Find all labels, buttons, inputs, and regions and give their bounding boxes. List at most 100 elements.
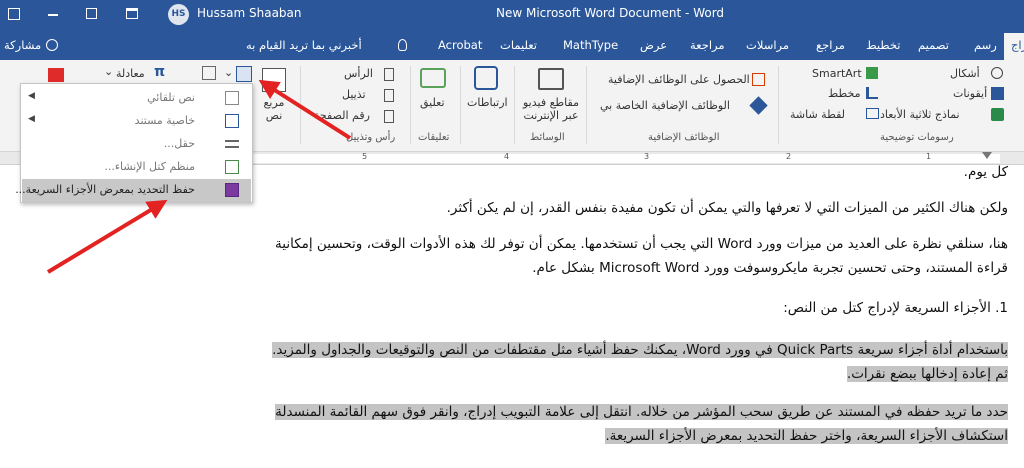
- my-addins-icon: [749, 96, 768, 115]
- doc-line: هنا، سنلقي نظرة على العديد من ميزات وورد…: [275, 236, 1008, 252]
- save-selection-icon: [225, 183, 239, 197]
- menu-item-document-property[interactable]: ◀ خاصية مستند: [22, 110, 251, 133]
- highlighted-line: ثم إعادة إدخالها ببضع نقرات.: [846, 366, 1008, 382]
- doc-line: كل يوم.: [963, 164, 1008, 180]
- tab-mailings[interactable]: مراسلات: [746, 38, 789, 52]
- share-button[interactable]: مشاركة: [4, 38, 41, 52]
- menu-item-field[interactable]: حقل...: [22, 133, 251, 156]
- group-label-comments: تعليقات: [418, 132, 450, 143]
- highlighted-line: حدد ما تريد حفظه في المستند عن طريق سحب …: [275, 404, 1008, 420]
- avatar[interactable]: HS: [168, 4, 189, 25]
- get-addins-button[interactable]: الحصول على الوظائف الإضافية: [608, 73, 750, 86]
- ribbon-tabs: مشاركة أخبرني بما تريد القيام به Acrobat…: [0, 30, 1024, 60]
- tab-help[interactable]: تعليمات: [500, 38, 537, 52]
- pi-icon: π: [154, 64, 166, 80]
- tell-me-box[interactable]: أخبرني بما تريد القيام به: [246, 38, 362, 52]
- equation-chevron-icon[interactable]: ⌄: [104, 65, 113, 78]
- chart-icon: [866, 87, 878, 99]
- document-canvas[interactable]: كل يوم. ولكن هناك الكثير من الميزات التي…: [0, 164, 1024, 468]
- textbox-icon: [262, 68, 286, 92]
- user-name[interactable]: Hussam Shaaban: [197, 6, 302, 20]
- online-video-button[interactable]: مقاطع فيديو عبر الإنترنت: [521, 96, 581, 122]
- textbox-button[interactable]: مربع نص: [262, 96, 286, 122]
- group-label-media: الوسائط: [530, 132, 565, 143]
- share-icon[interactable]: [46, 39, 58, 51]
- smartart-button[interactable]: SmartArt: [812, 67, 862, 80]
- divider: [778, 66, 779, 144]
- menu-item-building-blocks-organizer[interactable]: منظم كتل الإنشاء...: [22, 156, 251, 179]
- links-icon: [474, 66, 498, 90]
- group-label-header-footer: رأس وتذييل: [346, 132, 396, 143]
- comment-icon: [420, 68, 446, 88]
- tab-review[interactable]: مراجعة: [690, 38, 725, 52]
- tab-view[interactable]: عرض: [640, 38, 667, 52]
- divider: [514, 66, 515, 144]
- header-button[interactable]: الرأس: [344, 67, 373, 80]
- quick-parts-menu: ◀ نص تلقائي ◀ خاصية مستند حقل... منظم كت…: [15, 83, 253, 203]
- menu-item-label: حقل...: [163, 137, 195, 150]
- acrobat-icon: [48, 68, 64, 82]
- highlighted-line: باستخدام أداة أجزاء سريعة Quick Parts في…: [272, 342, 1008, 358]
- tab-mathtype[interactable]: MathType: [563, 38, 618, 52]
- doc-line: ولكن هناك الكثير من الميزات التي لا تعرف…: [446, 200, 1008, 216]
- tab-acrobat[interactable]: Acrobat: [438, 38, 482, 52]
- title-bar: HS Hussam Shaaban New Microsoft Word Doc…: [0, 0, 1024, 30]
- doc-line: قراءة المستند، وحتى تحسين تجربة مايكروسو…: [532, 260, 1008, 276]
- get-addins-icon: [752, 73, 765, 86]
- restore-button[interactable]: [86, 8, 97, 19]
- ruler-number: 4: [504, 152, 510, 161]
- links-button[interactable]: ارتباطات: [467, 96, 508, 109]
- document-property-icon: [225, 114, 239, 128]
- header-icon: [384, 68, 394, 81]
- dropdown-chevron-icon[interactable]: ⌄: [224, 66, 233, 79]
- doc-heading: 1. الأجزاء السريعة لإدراج كتل من النص:: [783, 300, 1008, 316]
- my-addins-button[interactable]: الوظائف الإضافية الخاصة بي: [600, 99, 730, 112]
- divider: [300, 66, 301, 144]
- 3d-models-icon: [991, 108, 1004, 121]
- menu-item-save-selection[interactable]: حفظ التحديد بمعرض الأجزاء السريعة...: [15, 179, 251, 202]
- icons-button[interactable]: أيقونات: [953, 87, 987, 100]
- indent-marker-icon[interactable]: [982, 152, 992, 159]
- menu-item-autotext[interactable]: ◀ نص تلقائي: [22, 87, 251, 110]
- group-label-addins: الوظائف الإضافية: [648, 132, 720, 143]
- submenu-arrow-icon: ◀: [28, 91, 35, 101]
- chart-button[interactable]: مخطط: [828, 87, 860, 100]
- shapes-icon: [991, 67, 1003, 79]
- menu-item-label: نص تلقائي: [147, 91, 195, 104]
- tab-layout[interactable]: تخطيط: [866, 38, 900, 52]
- divider: [460, 66, 461, 144]
- menu-item-label: خاصية مستند: [134, 114, 195, 127]
- page-number-icon: [384, 110, 394, 123]
- footer-button[interactable]: تذييل: [342, 88, 366, 101]
- tab-references[interactable]: مراجع: [816, 38, 845, 52]
- quick-parts-button[interactable]: [236, 66, 252, 82]
- shapes-button[interactable]: أشكال: [950, 67, 980, 80]
- ruler-number: 2: [786, 152, 792, 161]
- tab-draw[interactable]: رسم: [974, 38, 997, 52]
- ribbon-display-options-icon[interactable]: [126, 8, 138, 19]
- equation-button[interactable]: معادلة: [116, 67, 145, 80]
- wordart-icon[interactable]: [202, 66, 216, 80]
- screenshot-button[interactable]: لقطة شاشة: [790, 108, 845, 121]
- icons-icon: [991, 87, 1004, 100]
- building-blocks-icon: [225, 160, 239, 174]
- field-icon: [225, 140, 239, 148]
- submenu-arrow-icon: ◀: [28, 114, 35, 124]
- divider: [410, 66, 411, 144]
- smartart-icon: [866, 67, 878, 79]
- footer-icon: [384, 89, 394, 102]
- tab-design[interactable]: تصميم: [918, 38, 949, 52]
- page-number-button[interactable]: رقم الصفحة: [314, 109, 370, 122]
- ruler-number: 3: [644, 152, 650, 161]
- comment-button[interactable]: تعليق: [420, 96, 445, 109]
- tab-insert[interactable]: إدراج: [1004, 33, 1024, 60]
- ruler-number: 1: [926, 152, 932, 161]
- divider: [586, 66, 587, 144]
- 3d-models-button[interactable]: نماذج ثلاثية الأبعاد: [880, 108, 960, 121]
- screenshot-icon: [866, 108, 879, 119]
- minimize-button[interactable]: [48, 14, 58, 16]
- document-title: New Microsoft Word Document - Word: [496, 6, 725, 20]
- qat-icon[interactable]: [8, 8, 20, 20]
- ruler-working-area: [240, 154, 1000, 163]
- highlighted-line: استكشاف الأجزاء السريعة، واختر حفظ التحد…: [605, 428, 1008, 444]
